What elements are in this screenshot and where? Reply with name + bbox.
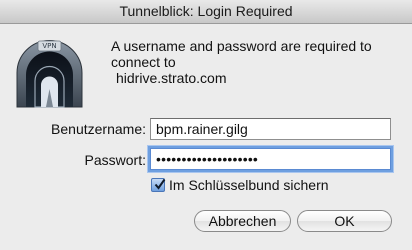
password-label: Passwort: <box>84 152 146 168</box>
login-dialog: Tunnelblick: Login Required VPN A userna… <box>0 0 412 250</box>
password-field[interactable]: •••••••••••••••••••• <box>150 148 391 170</box>
cancel-button[interactable]: Abbrechen <box>194 210 291 232</box>
checkmark-icon <box>154 178 166 190</box>
message-line-2: connect to <box>111 54 176 70</box>
window-title: Tunnelblick: Login Required <box>0 0 412 24</box>
message-host: hidrive.strato.com <box>116 70 227 86</box>
message-line-1: A username and password are required to <box>111 38 372 54</box>
username-label: Benutzername: <box>51 121 146 137</box>
keychain-label[interactable]: Im Schlüsselbund sichern <box>169 177 329 193</box>
keychain-checkbox[interactable] <box>151 178 166 192</box>
username-field[interactable]: bpm.rainer.gilg <box>150 118 391 140</box>
ok-button[interactable]: OK <box>297 210 392 232</box>
login-message: A username and password are required to … <box>111 38 401 86</box>
tunnelblick-icon: VPN <box>13 37 86 110</box>
vpn-badge-text: VPN <box>42 42 57 50</box>
